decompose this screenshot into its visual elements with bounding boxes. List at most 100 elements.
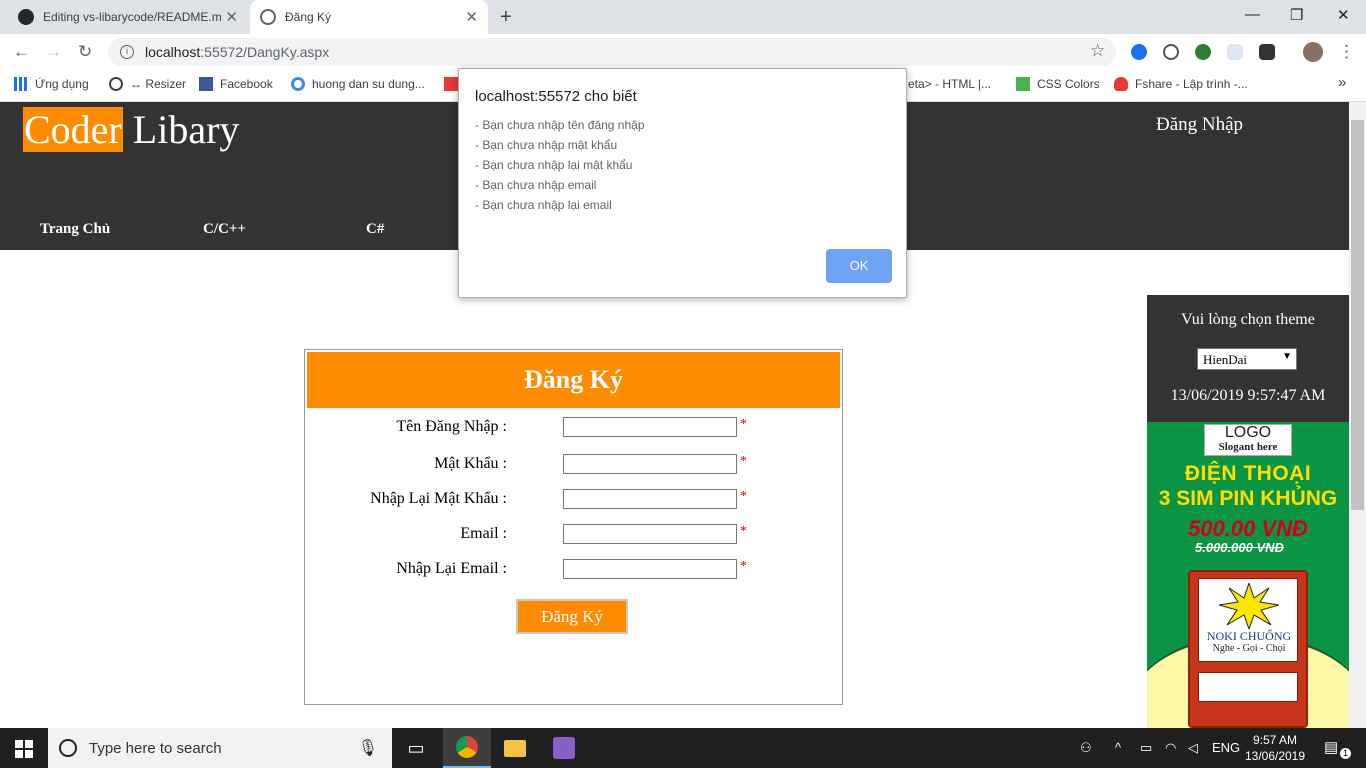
ad-slogan-text: Slogant here — [1218, 441, 1278, 453]
nav-cpp[interactable]: C/C++ — [203, 221, 246, 238]
task-view-icon[interactable]: ▭ — [392, 728, 440, 768]
username-input[interactable] — [563, 417, 737, 437]
address-bar[interactable]: i localhost:55572/DangKy.aspx — [108, 38, 1116, 66]
ad-brand: NOKI CHUỐNG — [1206, 629, 1292, 643]
starburst-icon — [1219, 583, 1279, 629]
phone-illustration: NOKI CHUỐNG Nghe - Gọi - Chọi — [1188, 570, 1308, 728]
tray-chevron-icon[interactable]: ^ — [1115, 740, 1121, 755]
bookmark-facebook[interactable]: Facebook — [199, 77, 273, 91]
ad-headline-2: 3 SIM PIN KHỦNG — [1158, 487, 1338, 510]
info-icon[interactable]: i — [120, 45, 134, 59]
cortana-circle-icon — [59, 739, 77, 757]
microphone-icon[interactable]: 🎙 — [358, 738, 378, 758]
apps-grid-icon — [14, 77, 28, 91]
wifi-icon[interactable]: ◠ — [1165, 740, 1176, 756]
language-indicator[interactable]: ENG — [1212, 740, 1240, 755]
alert-dialog: localhost:55572 cho biết - Bạn chưa nhập… — [458, 68, 907, 298]
notification-count-badge: 1 — [1340, 748, 1351, 759]
chrome-taskbar-icon[interactable] — [443, 728, 491, 768]
file-explorer-icon[interactable] — [491, 728, 539, 768]
required-mark: * — [740, 559, 747, 574]
bookmark-label: eta> - HTML |... — [908, 77, 992, 91]
close-tab-icon[interactable]: ✕ — [225, 8, 238, 26]
confirm-password-label: Nhập Lại Mật Khẩu : — [370, 490, 507, 507]
form-title: Đăng Ký — [307, 352, 840, 408]
visual-studio-icon[interactable] — [540, 728, 588, 768]
phone-keypad — [1198, 672, 1298, 702]
required-mark: * — [740, 524, 747, 539]
w3-icon — [1016, 77, 1030, 91]
bookmark-label: Facebook — [220, 77, 273, 91]
alert-message-line: - Bạn chưa nhập lại mật khẩu — [475, 158, 633, 172]
bookmark-html[interactable]: eta> - HTML |... — [908, 77, 991, 91]
taskbar-search[interactable]: Type here to search 🎙 — [48, 728, 392, 768]
extension-globe-icon[interactable] — [1195, 44, 1211, 60]
close-window-button[interactable]: ✕ — [1337, 6, 1350, 24]
resizer-icon — [109, 77, 123, 91]
username-label: Tên Đăng Nhập : — [396, 418, 507, 435]
notification-icon[interactable]: ▤ — [1324, 738, 1338, 756]
registration-form: Đăng Ký Tên Đăng Nhập : * Mật Khẩu : * N… — [304, 349, 843, 705]
page-scrollbar[interactable] — [1349, 102, 1366, 728]
tab-title: Editing vs-libarycode/README.m — [43, 10, 222, 24]
taskbar-clock[interactable]: 9:57 AM 13/06/2019 — [1240, 732, 1310, 764]
alert-title: localhost:55572 cho biết — [475, 88, 637, 105]
bookmark-label: Fshare - Lập trình -... — [1135, 77, 1248, 91]
windows-start-icon[interactable] — [15, 740, 33, 758]
dropdown-arrow-icon: ▼ — [1282, 351, 1292, 362]
more-bookmarks-chevron-icon[interactable]: » — [1338, 74, 1346, 91]
ad-logo-text: LOGO — [1224, 424, 1272, 441]
confirm-email-label: Nhập Lại Email : — [396, 560, 507, 577]
confirm-email-input[interactable] — [563, 559, 737, 579]
bookmark-css-colors[interactable]: CSS Colors — [1016, 77, 1100, 91]
extension-sync-icon[interactable] — [1163, 44, 1179, 60]
new-tab-button[interactable]: + — [500, 6, 512, 29]
extension-dark-icon[interactable] — [1259, 44, 1275, 60]
logo-text: Libary — [122, 107, 240, 152]
profile-avatar[interactable] — [1303, 42, 1323, 62]
phone-screen: NOKI CHUỐNG Nghe - Gọi - Chọi — [1198, 578, 1298, 662]
scrollbar-thumb[interactable] — [1351, 120, 1364, 510]
facebook-icon — [199, 77, 213, 91]
minimize-button[interactable]: — — [1245, 6, 1260, 23]
bookmark-google[interactable]: huong dan su dung... — [291, 77, 425, 91]
video-icon — [444, 77, 458, 91]
volume-icon[interactable]: ◁ — [1188, 740, 1198, 756]
tab-github-readme[interactable]: Editing vs-libarycode/README.m ✕ — [8, 0, 248, 34]
browser-toolbar: ← → ↻ i localhost:55572/DangKy.aspx ☆ ⋮ — [0, 34, 1366, 70]
extension-r-icon[interactable] — [1227, 44, 1243, 60]
server-clock: 13/06/2019 9:57:47 AM — [1170, 387, 1326, 404]
nav-home[interactable]: Trang Chủ — [40, 221, 110, 238]
forward-button[interactable]: → — [45, 42, 62, 62]
login-link[interactable]: Đăng Nhập — [1156, 114, 1243, 136]
ad-headline-1: ĐIỆN THOẠI — [1184, 462, 1312, 485]
close-tab-icon[interactable]: ✕ — [465, 8, 478, 26]
alert-ok-button[interactable]: OK — [826, 249, 892, 283]
reload-button[interactable]: ↻ — [78, 42, 92, 62]
email-label: Email : — [460, 525, 507, 542]
bookmark-fshare[interactable]: Fshare - Lập trình -... — [1114, 77, 1248, 91]
extension-blue-icon[interactable] — [1131, 44, 1147, 60]
required-mark: * — [740, 417, 747, 432]
theme-select[interactable]: HienDai ▼ — [1197, 348, 1297, 370]
nav-csharp[interactable]: C# — [366, 221, 384, 238]
battery-icon[interactable]: ▭ — [1140, 740, 1152, 756]
register-button[interactable]: Đăng Ký — [516, 599, 628, 634]
bookmark-resizer[interactable]: ↔ Resizer — [109, 77, 186, 91]
restore-button[interactable]: ❐ — [1290, 6, 1303, 24]
alert-message-line: - Bạn chưa nhập mật khẩu — [475, 138, 618, 152]
people-icon[interactable]: ⚇ — [1080, 740, 1092, 756]
confirm-password-input[interactable] — [563, 489, 737, 509]
email-input[interactable] — [563, 524, 737, 544]
site-logo[interactable]: Coder Libary — [23, 106, 239, 153]
alert-message-line: - Bạn chưa nhập email — [475, 178, 597, 192]
ad-banner[interactable]: LOGO Slogant here ĐIỆN THOẠI 3 SIM PIN K… — [1147, 422, 1349, 728]
cloud-icon — [1114, 77, 1128, 91]
password-input[interactable] — [563, 454, 737, 474]
bookmark-apps[interactable]: Ứng dụng — [14, 77, 89, 91]
alert-message-line: - Bạn chưa nhập tên đăng nhập — [475, 118, 645, 132]
menu-kebab-icon[interactable]: ⋮ — [1338, 42, 1355, 62]
back-button[interactable]: ← — [13, 42, 30, 62]
tab-dangky[interactable]: Đăng Ký ✕ — [250, 0, 488, 34]
bookmark-star-icon[interactable]: ☆ — [1090, 41, 1105, 61]
